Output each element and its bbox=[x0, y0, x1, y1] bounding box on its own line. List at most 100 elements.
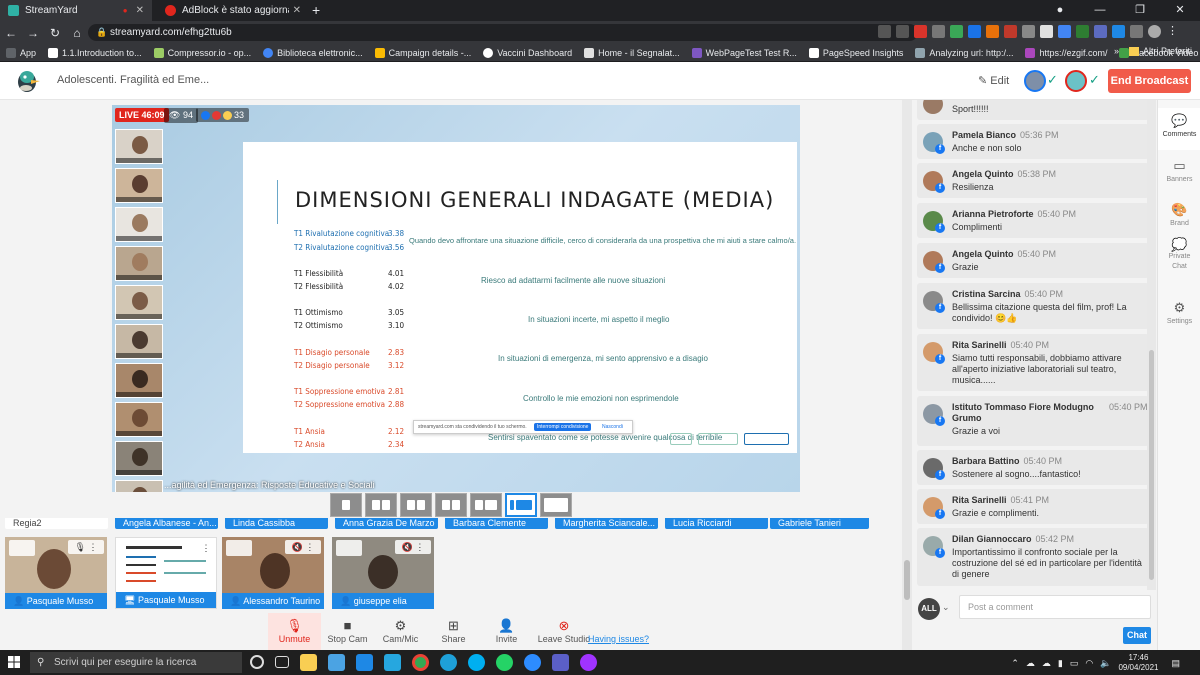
share-button[interactable]: ⊞ Share bbox=[427, 613, 480, 651]
layout-group-button[interactable] bbox=[365, 493, 397, 517]
scrollbar-thumb[interactable] bbox=[904, 560, 910, 600]
skype-icon[interactable] bbox=[468, 654, 485, 671]
leave-studio-button[interactable]: ⊗ Leave Studio bbox=[533, 613, 595, 651]
reload-icon[interactable]: ↻ bbox=[44, 26, 66, 40]
layout-fullscreen-button[interactable] bbox=[540, 493, 572, 517]
tile-controls[interactable]: ⋮ bbox=[199, 541, 213, 555]
audience-selector[interactable]: ALL bbox=[918, 598, 940, 620]
taskbar-search-input[interactable]: ⚲ Scrivi qui per eseguire la ricerca bbox=[30, 652, 242, 673]
rail-brand[interactable]: 🎨 Brand bbox=[1158, 200, 1200, 236]
abp-extension-icon[interactable] bbox=[914, 25, 927, 38]
star-bookmark-icon[interactable] bbox=[896, 25, 909, 38]
post-comment-input[interactable]: Post a comment bbox=[959, 595, 1151, 619]
stop-sharing-button[interactable]: Interrompi condivisione bbox=[534, 423, 592, 431]
bookmark-item[interactable]: Compressor.io - op... bbox=[153, 47, 251, 58]
chevron-down-icon[interactable]: ⌄ bbox=[942, 602, 950, 613]
comment-item[interactable]: f Istituto Tommaso Fiore Modugno Grumo 0… bbox=[917, 396, 1149, 446]
tab-streamyard[interactable]: StreamYard ● ✕ bbox=[0, 0, 152, 21]
close-window-icon[interactable]: ✕ bbox=[1160, 0, 1200, 21]
hide-notice-button[interactable]: Nascondi bbox=[602, 424, 623, 430]
comment-item[interactable]: f Cristina Sarcina 05:40 PM Bellissima ci… bbox=[917, 283, 1149, 329]
cam-mic-settings-button[interactable]: ⚙ Cam/Mic bbox=[374, 613, 427, 651]
tile-controls[interactable]: 🔇 ⋮ bbox=[285, 540, 321, 554]
invite-button[interactable]: 👤 Invite bbox=[480, 613, 533, 651]
layout-screen-button[interactable] bbox=[470, 493, 502, 517]
file-explorer-icon[interactable] bbox=[300, 654, 317, 671]
add-to-stage-icon[interactable] bbox=[226, 540, 252, 556]
teams-icon[interactable] bbox=[552, 654, 569, 671]
participant-name-chip[interactable]: Anna Grazia De Marzo bbox=[335, 518, 438, 529]
rail-private-chat[interactable]: 💭 Private Chat bbox=[1158, 238, 1200, 280]
extension-icon[interactable] bbox=[1040, 25, 1053, 38]
layout-screen-sidebar-button[interactable] bbox=[505, 493, 537, 517]
participant-name-chip[interactable]: Lucia Ricciardi bbox=[665, 518, 768, 529]
comment-item[interactable]: f Rita Sarinelli 05:40 PM Siamo tutti res… bbox=[917, 334, 1149, 391]
participant-name-chip[interactable]: Margherita Sciancale... bbox=[555, 518, 658, 529]
layout-leader-button[interactable] bbox=[435, 493, 467, 517]
extension-icon[interactable] bbox=[1076, 25, 1089, 38]
bookmark-item[interactable]: Biblioteca elettronic... bbox=[263, 47, 363, 58]
back-icon[interactable]: ← bbox=[0, 26, 22, 40]
edit-button[interactable]: ✎ Edit bbox=[978, 74, 1009, 87]
comment-item[interactable]: f Angela Quinto 05:38 PM Resilienza bbox=[917, 163, 1149, 198]
extension-icon[interactable] bbox=[1112, 25, 1125, 38]
new-tab-icon[interactable]: + bbox=[312, 2, 320, 18]
profile-icon[interactable]: ● bbox=[1040, 0, 1080, 21]
chrome-icon[interactable] bbox=[412, 654, 429, 671]
layout-group-wide-button[interactable] bbox=[400, 493, 432, 517]
task-view-icon[interactable] bbox=[275, 656, 289, 668]
mail-icon[interactable] bbox=[356, 654, 373, 671]
comment-item[interactable]: f Angela Quinto 05:40 PM Grazie bbox=[917, 243, 1149, 278]
rail-settings[interactable]: ⚙ Settings bbox=[1158, 298, 1200, 334]
bookmarks-more-button[interactable]: » bbox=[1114, 46, 1119, 56]
edge-icon[interactable] bbox=[440, 654, 457, 671]
windows-start-icon[interactable] bbox=[8, 656, 20, 668]
extensions-puzzle-icon[interactable] bbox=[1130, 25, 1143, 38]
participant-name-chip[interactable]: Gabriele Tanieri bbox=[770, 518, 869, 529]
volume-icon[interactable]: 🔈 bbox=[1100, 658, 1111, 669]
camera-indicator-icon[interactable] bbox=[878, 25, 891, 38]
chat-send-button[interactable]: Chat bbox=[1123, 627, 1151, 644]
backstage-tile[interactable]: ⋮ 🖥 Pasquale Musso bbox=[115, 537, 217, 609]
stop-cam-button[interactable]: ■ Stop Cam bbox=[321, 613, 374, 651]
extension-icon[interactable] bbox=[986, 25, 999, 38]
cloud-icon[interactable]: ☁ bbox=[1026, 658, 1035, 669]
tile-controls[interactable]: 🎙 ⋮ bbox=[68, 540, 104, 554]
comment-item[interactable]: f Arianna Pietroforte 05:40 PM Compliment… bbox=[917, 203, 1149, 238]
usb-icon[interactable]: ▮ bbox=[1058, 658, 1063, 669]
tile-controls[interactable]: 🔇 ⋮ bbox=[395, 540, 431, 554]
wifi-icon[interactable]: ◠ bbox=[1085, 658, 1093, 669]
extension-icon[interactable] bbox=[950, 25, 963, 38]
comment-item[interactable]: Sport!!!!!! bbox=[917, 100, 1149, 120]
unmute-button[interactable]: 🎙 Unmute bbox=[268, 613, 321, 651]
extension-icon[interactable] bbox=[1094, 25, 1107, 38]
minimize-icon[interactable]: — bbox=[1080, 0, 1120, 21]
notifications-icon[interactable]: ▤ bbox=[1171, 658, 1180, 669]
extension-icon[interactable] bbox=[1004, 25, 1017, 38]
store-icon[interactable] bbox=[328, 654, 345, 671]
zoom-icon[interactable] bbox=[524, 654, 541, 671]
app-l-icon[interactable] bbox=[384, 654, 401, 671]
comment-item[interactable]: f Barbara Battino 05:40 PM Sostenere al s… bbox=[917, 450, 1149, 485]
clock[interactable]: 17:46 09/04/2021 bbox=[1118, 653, 1158, 673]
participant-name-chip[interactable]: Angela Albanese - An... bbox=[115, 518, 218, 529]
network-icon[interactable]: ▭ bbox=[1070, 658, 1079, 669]
bookmark-item[interactable]: 1.1.Introduction to... bbox=[48, 47, 142, 58]
participant-name-chip[interactable]: Barbara Clemente bbox=[445, 518, 548, 529]
close-tab-icon[interactable]: ✕ bbox=[136, 5, 144, 16]
layout-solo-button[interactable] bbox=[330, 493, 362, 517]
extension-icon[interactable] bbox=[1022, 25, 1035, 38]
destination-avatar-youtube[interactable] bbox=[1065, 70, 1087, 92]
rail-comments[interactable]: 💬 Comments bbox=[1158, 108, 1200, 150]
bookmark-item[interactable]: PageSpeed Insights bbox=[808, 47, 903, 58]
participant-name-chip[interactable]: Linda Cassibba bbox=[225, 518, 328, 529]
backstage-tile[interactable]: 🔇 ⋮ 👤 giuseppe elia bbox=[332, 537, 434, 609]
onedrive-icon[interactable]: ☁ bbox=[1042, 658, 1051, 669]
chevron-up-icon[interactable]: ⌃ bbox=[1011, 658, 1019, 669]
comment-item[interactable]: f Pamela Bianco 05:36 PM Anche e non solo bbox=[917, 124, 1149, 159]
other-bookmarks[interactable]: Altri Preferiti bbox=[1143, 46, 1192, 56]
extension-icon[interactable] bbox=[1058, 25, 1071, 38]
close-tab-icon[interactable]: ✕ bbox=[293, 5, 301, 16]
bookmark-item[interactable]: Analyzing url: http:/... bbox=[915, 47, 1013, 58]
end-broadcast-button[interactable]: End Broadcast bbox=[1108, 69, 1191, 93]
